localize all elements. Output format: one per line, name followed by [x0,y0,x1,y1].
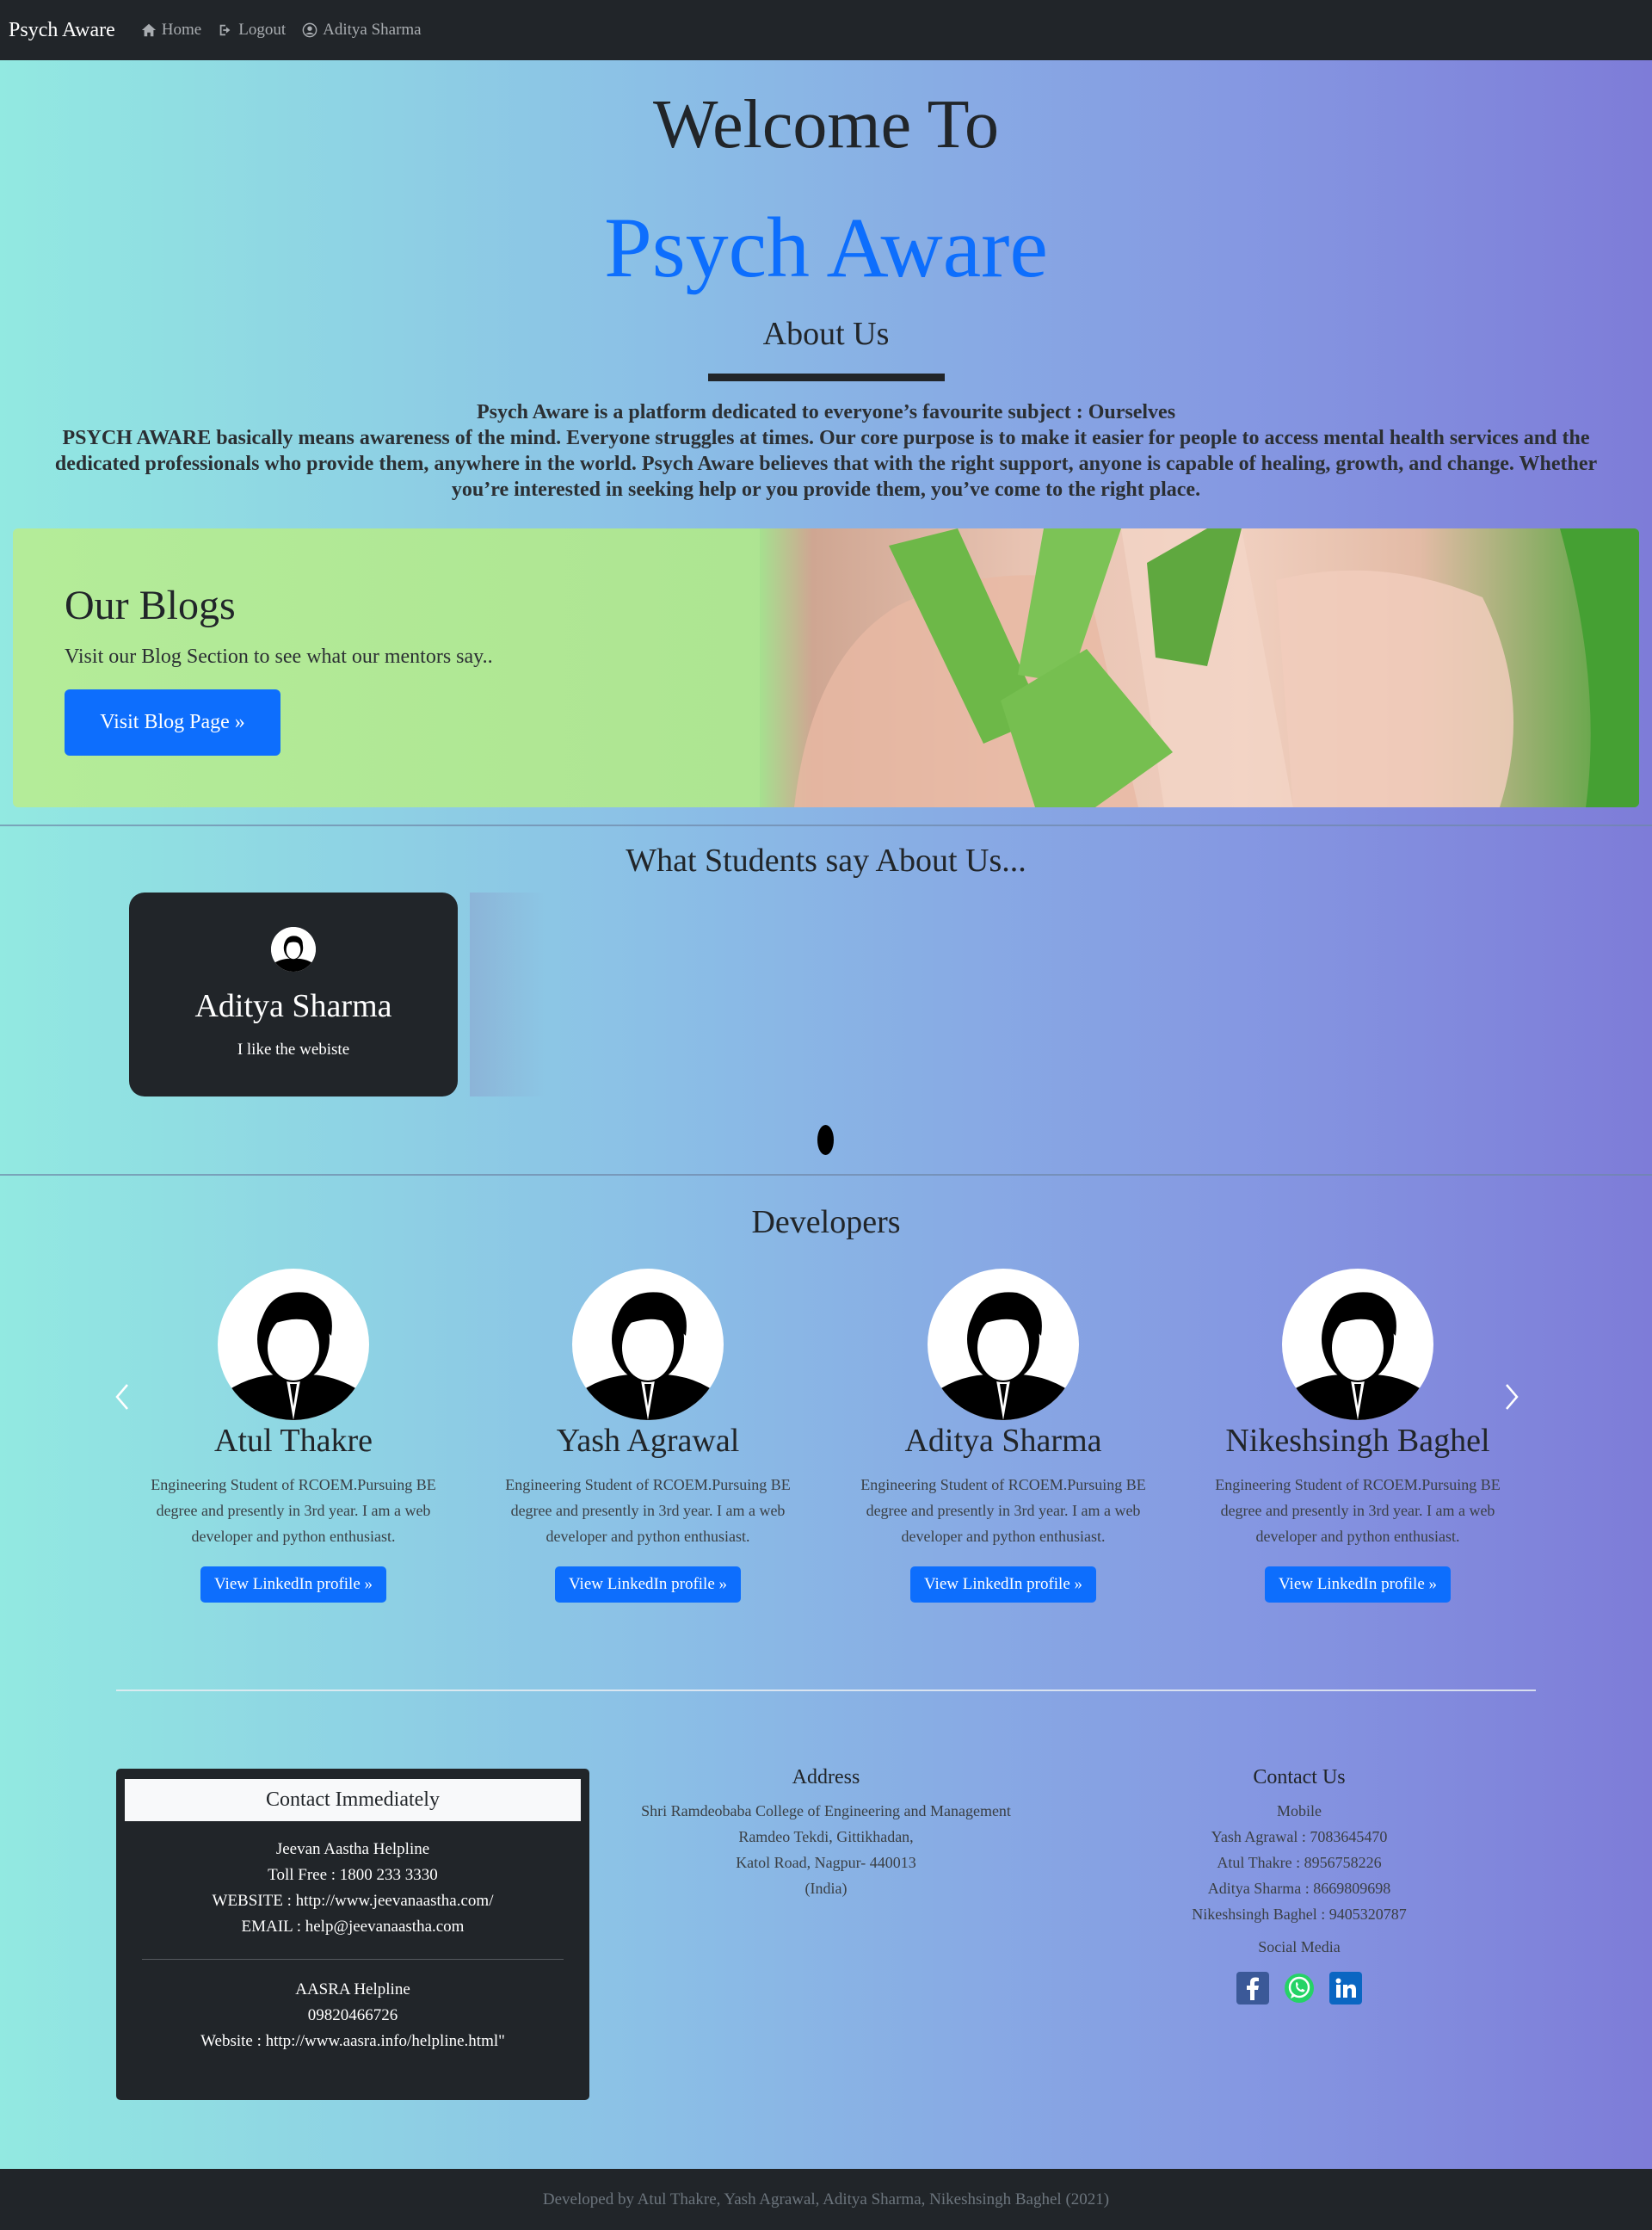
developer-avatar-icon [218,1269,369,1420]
developer-description: Engineering Student of RCOEM.Pursuing BE… [505,1476,791,1545]
aasra-helpline-block: AASRA Helpline 09820466726 Website : htt… [116,1977,589,2054]
developer-description: Engineering Student of RCOEM.Pursuing BE… [151,1476,436,1545]
developer-name: Nikeshsingh Baghel [1225,1423,1490,1459]
developer-name: Atul Thakre [214,1423,373,1459]
aasra-phone: 09820466726 [307,2006,398,2024]
nav-user-link[interactable]: Aditya Sharma [302,21,422,40]
site-title: Psych Aware [604,200,1048,295]
developer-avatar-icon [572,1269,724,1420]
user-circle-icon [302,22,317,38]
contact-number: Aditya Sharma : 8669809698 [1207,1880,1391,1897]
facebook-icon[interactable] [1236,1972,1269,2005]
contact-us-heading: Contact Us [1253,1766,1346,1788]
address-line: Ramdeo Tekdi, Gittikhadan, [738,1828,914,1845]
address-line: Katol Road, Nagpur- 440013 [736,1854,916,1871]
developer-description: Engineering Student of RCOEM.Pursuing BE… [860,1476,1146,1545]
developer-avatar-icon [928,1269,1079,1420]
home-icon [141,23,156,37]
carousel-indicator-dot[interactable] [817,1125,834,1155]
about-underline [708,374,945,381]
linkedin-profile-button[interactable]: View LinkedIn profile » [1264,1566,1452,1603]
nav-home-link[interactable]: Home [141,21,201,40]
aasra-website[interactable]: Website : http://www.aasra.info/helpline… [116,2029,589,2054]
developer-card: Nikeshsingh Baghel Engineering Student o… [1186,1269,1530,1603]
nav-logout-label: Logout [238,21,287,39]
blog-subtitle: Visit our Blog Section to see what our m… [65,646,493,668]
carousel-next-card-fade [470,893,547,1096]
contact-number: Yash Agrawal : 7083645470 [1211,1828,1388,1845]
jeevan-helpline-name: Jeevan Aastha Helpline [275,1840,430,1858]
developer-avatar-icon [1282,1269,1433,1420]
footer-credits: Developed by Atul Thakre, Yash Agrawal, … [542,2190,1110,2208]
brand-link[interactable]: Psych Aware [9,19,115,42]
aasra-helpline-name: AASRA Helpline [295,1980,410,1998]
section-divider [0,1174,1652,1176]
developer-card: Atul Thakre Engineering Student of RCOEM… [121,1269,465,1603]
about-tagline: Psych Aware is a platform dedicated to e… [476,401,1176,423]
address-heading: Address [792,1766,860,1788]
contact-immediately-heading: Contact Immediately [125,1779,581,1821]
developer-description: Engineering Student of RCOEM.Pursuing BE… [1215,1476,1501,1545]
testimonial-quote: I like the webiste [237,1041,350,1059]
linkedin-profile-button[interactable]: View LinkedIn profile » [909,1566,1097,1603]
about-heading: About Us [762,316,890,352]
jeevan-tollfree: Toll Free : 1800 233 3330 [268,1866,438,1884]
linkedin-profile-button[interactable]: View LinkedIn profile » [200,1566,387,1603]
navbar: Psych Aware Home Logout Aditya Sharma [0,0,1652,60]
jeevan-email[interactable]: EMAIL : help@jeevanaastha.com [116,1914,589,1940]
linkedin-profile-button[interactable]: View LinkedIn profile » [554,1566,742,1603]
visit-blog-button[interactable]: Visit Blog Page » [65,689,280,756]
logout-icon [219,24,231,36]
developers-heading: Developers [751,1204,901,1240]
linkedin-icon[interactable] [1329,1972,1362,2005]
developer-name: Aditya Sharma [904,1423,1102,1459]
address-line: Shri Ramdeobaba College of Engineering a… [641,1802,1011,1819]
nav-user-label: Aditya Sharma [323,21,422,39]
blog-banner: Our Blogs Visit our Blog Section to see … [13,528,1639,807]
nav-logout-link[interactable]: Logout [218,21,286,40]
developer-card: Yash Agrawal Engineering Student of RCOE… [476,1269,820,1603]
section-divider [0,825,1652,826]
user-avatar-icon [271,927,316,972]
social-media-label: Social Media [1258,1938,1341,1955]
address-column: Address Shri Ramdeobaba College of Engin… [602,1766,1050,1901]
testimonials-heading: What Students say About Us... [626,843,1026,879]
blog-title: Our Blogs [65,583,236,628]
green-ribbon-hands-image [760,528,1639,807]
developer-card: Aditya Sharma Engineering Student of RCO… [831,1269,1175,1603]
contact-us-column: Contact Us Mobile Yash Agrawal : 7083645… [1127,1766,1471,2005]
contact-immediately-box: Contact Immediately Jeevan Aastha Helpli… [116,1769,589,2100]
footer-divider [116,1689,1536,1691]
testimonial-card: Aditya Sharma I like the webiste [129,893,458,1096]
whatsapp-icon[interactable] [1283,1972,1316,2005]
mobile-label: Mobile [1277,1802,1322,1819]
welcome-heading: Welcome To [653,87,999,163]
developer-name: Yash Agrawal [556,1423,740,1459]
social-links [1127,1972,1471,2005]
jeevan-helpline-block: Jeevan Aastha Helpline Toll Free : 1800 … [116,1837,589,1940]
about-description: PSYCH AWARE basically means awareness of… [54,427,1598,501]
nav-home-label: Home [161,21,202,39]
contact-number: Atul Thakre : 8956758226 [1217,1854,1382,1871]
address-line: (India) [804,1880,848,1897]
testimonial-name: Aditya Sharma [194,988,392,1024]
about-text: Psych Aware is a platform dedicated to e… [26,399,1626,503]
contact-number: Nikeshsingh Baghel : 9405320787 [1192,1906,1407,1923]
jeevan-website[interactable]: WEBSITE : http://www.jeevanaastha.com/ [116,1888,589,1914]
page-footer: Developed by Atul Thakre, Yash Agrawal, … [0,2169,1652,2230]
contact-separator [142,1959,564,1960]
